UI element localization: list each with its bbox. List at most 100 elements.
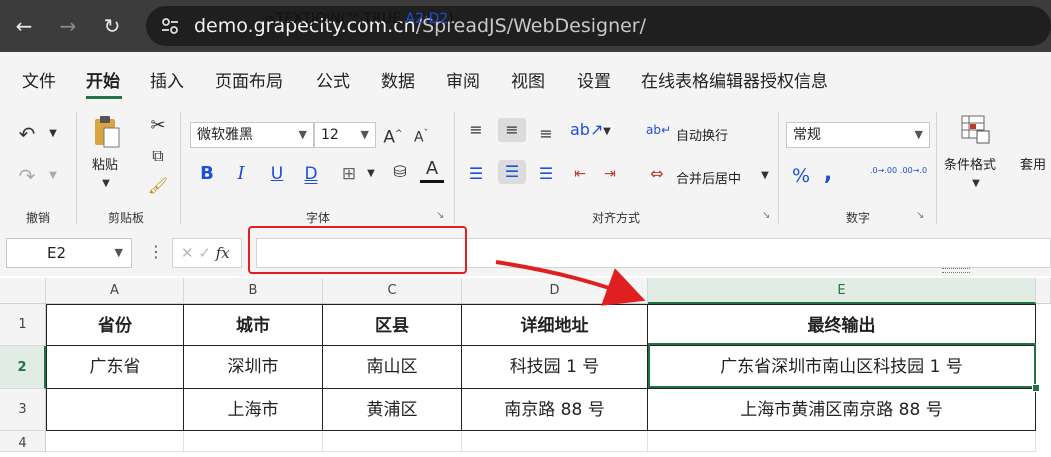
resize-grip-icon[interactable] <box>942 268 970 273</box>
wrap-text-button[interactable]: 自动换行 <box>676 125 728 144</box>
decrease-decimal-button[interactable]: .00→.0 <box>900 166 927 176</box>
column-header-d[interactable]: D <box>462 278 648 304</box>
number-format-select[interactable]: 常规 ▼ <box>786 122 930 148</box>
cancel-icon[interactable]: ✕ <box>181 244 194 262</box>
wrap-text-icon[interactable]: ab↵ <box>646 118 671 142</box>
align-top-icon[interactable]: ≡ <box>464 118 488 142</box>
comma-button[interactable]: , <box>820 162 836 186</box>
site-settings-icon[interactable] <box>160 16 180 36</box>
fill-color-icon[interactable]: ⛁ <box>388 160 412 184</box>
cell-c2[interactable]: 南山区 <box>323 346 462 389</box>
tab-formulas[interactable]: 公式 <box>316 67 350 92</box>
confirm-icon[interactable]: ✓ <box>198 244 211 262</box>
merge-dropdown-icon[interactable]: ▼ <box>758 164 772 188</box>
reload-icon[interactable]: ↻ <box>100 14 124 38</box>
copy-icon[interactable]: ⧉ <box>146 144 170 168</box>
format-as-table-button[interactable]: 套用 <box>1020 154 1046 173</box>
orientation-dropdown-icon[interactable]: ▼ <box>600 120 614 144</box>
cell-d1[interactable]: 详细地址 <box>462 304 648 346</box>
cell-b1[interactable]: 城市 <box>184 304 323 346</box>
paste-clipboard-icon[interactable] <box>92 114 122 150</box>
number-dialog-launcher-icon[interactable]: ↘ <box>916 211 926 221</box>
decrease-font-size-icon[interactable]: Aˇ <box>410 122 432 150</box>
redo-icon[interactable]: ↷ <box>14 164 40 188</box>
paste-label[interactable]: 粘贴 <box>92 154 118 173</box>
cell-a4[interactable] <box>46 431 184 452</box>
column-header-a[interactable]: A <box>46 278 184 304</box>
fill-handle[interactable] <box>1032 384 1040 392</box>
row-header-2[interactable]: 2 <box>0 346 46 389</box>
alignment-dialog-launcher-icon[interactable]: ↘ <box>762 211 772 221</box>
cell-e4[interactable] <box>648 431 1036 452</box>
paste-dropdown-icon[interactable]: ▼ <box>98 172 114 196</box>
tab-review[interactable]: 审阅 <box>446 67 480 92</box>
row-header-1[interactable]: 1 <box>0 304 46 346</box>
cell-e1[interactable]: 最终输出 <box>648 304 1036 346</box>
cell-a1[interactable]: 省份 <box>46 304 184 346</box>
conditional-format-icon[interactable] <box>960 114 990 144</box>
tab-view[interactable]: 视图 <box>511 67 545 92</box>
format-painter-icon[interactable]: 🖌 <box>146 174 170 198</box>
increase-indent-icon[interactable]: ⇥ <box>598 162 622 186</box>
row-header-3[interactable]: 3 <box>0 389 46 431</box>
tab-license-info[interactable]: 在线表格编辑器授权信息 <box>641 67 828 92</box>
tab-data[interactable]: 数据 <box>381 67 415 92</box>
column-header-e[interactable]: E <box>648 278 1036 304</box>
cell-d3[interactable]: 南京路 88 号 <box>462 389 648 431</box>
cell-c1[interactable]: 区县 <box>323 304 462 346</box>
back-arrow-icon[interactable]: ← <box>12 14 36 38</box>
select-all-corner[interactable] <box>0 278 46 304</box>
conditional-format-button[interactable]: 条件格式 <box>944 154 996 173</box>
cell-d2[interactable]: 科技园 1 号 <box>462 346 648 389</box>
align-left-icon[interactable]: ☰ <box>464 162 488 186</box>
conditional-format-dropdown-icon[interactable]: ▼ <box>968 172 984 196</box>
font-family-select[interactable]: 微软雅黑 ▼ <box>190 122 314 148</box>
percent-button[interactable]: % <box>790 164 812 188</box>
decrease-indent-icon[interactable]: ⇤ <box>568 162 592 186</box>
italic-button[interactable]: I <box>230 162 252 186</box>
increase-decimal-button[interactable]: .0→.00 <box>870 166 897 176</box>
cell-a3[interactable] <box>46 389 184 431</box>
tab-home[interactable]: 开始 <box>86 67 120 92</box>
tab-insert[interactable]: 插入 <box>150 67 184 92</box>
cell-a2[interactable]: 广东省 <box>46 346 184 389</box>
cell-e3[interactable]: 上海市黄浦区南京路 88 号 <box>648 389 1036 431</box>
cell-c3[interactable]: 黄浦区 <box>323 389 462 431</box>
cell-c4[interactable] <box>323 431 462 452</box>
font-color-button[interactable]: A <box>420 158 444 183</box>
column-header-b[interactable]: B <box>184 278 323 304</box>
align-center-icon[interactable]: ☰ <box>498 160 526 184</box>
name-box[interactable]: E2 ▼ <box>6 238 132 268</box>
underline-button[interactable]: U <box>266 162 288 186</box>
cell-b4[interactable] <box>184 431 323 452</box>
font-dialog-launcher-icon[interactable]: ↘ <box>436 211 446 221</box>
border-dropdown-icon[interactable]: ▼ <box>364 162 378 186</box>
cell-d4[interactable] <box>462 431 648 452</box>
cut-icon[interactable]: ✂ <box>146 114 170 138</box>
undo-dropdown-icon[interactable]: ▼ <box>46 122 60 146</box>
align-bottom-icon[interactable]: ≡ <box>534 122 558 146</box>
align-right-icon[interactable]: ☰ <box>534 162 558 186</box>
align-middle-icon[interactable]: ≡ <box>498 118 526 142</box>
double-underline-button[interactable]: D <box>300 162 322 186</box>
increase-font-size-icon[interactable]: A^ <box>382 122 404 150</box>
more-options-icon[interactable]: ⋮ <box>148 242 164 261</box>
row-header-4[interactable]: 4 <box>0 431 46 452</box>
cell-b3[interactable]: 上海市 <box>184 389 323 431</box>
bold-button[interactable]: B <box>196 162 218 186</box>
tab-settings[interactable]: 设置 <box>577 67 611 92</box>
cell-b2[interactable]: 深圳市 <box>184 346 323 389</box>
merge-center-button[interactable]: 合并后居中 <box>676 168 741 187</box>
tab-file[interactable]: 文件 <box>22 67 56 92</box>
forward-arrow-icon[interactable]: → <box>56 14 80 38</box>
insert-function-icon[interactable]: fx <box>216 244 230 262</box>
border-icon[interactable]: ⊞ <box>338 162 360 186</box>
redo-dropdown-icon[interactable]: ▼ <box>46 164 60 188</box>
column-header-c[interactable]: C <box>323 278 462 304</box>
orientation-icon[interactable]: ab↗ <box>570 118 603 142</box>
tab-page-layout[interactable]: 页面布局 <box>215 67 283 92</box>
merge-center-icon[interactable]: ⇔ <box>646 162 668 186</box>
column-header-f[interactable] <box>1036 278 1051 304</box>
font-size-select[interactable]: 12 ▼ <box>314 122 376 148</box>
undo-icon[interactable]: ↶ <box>14 122 40 146</box>
